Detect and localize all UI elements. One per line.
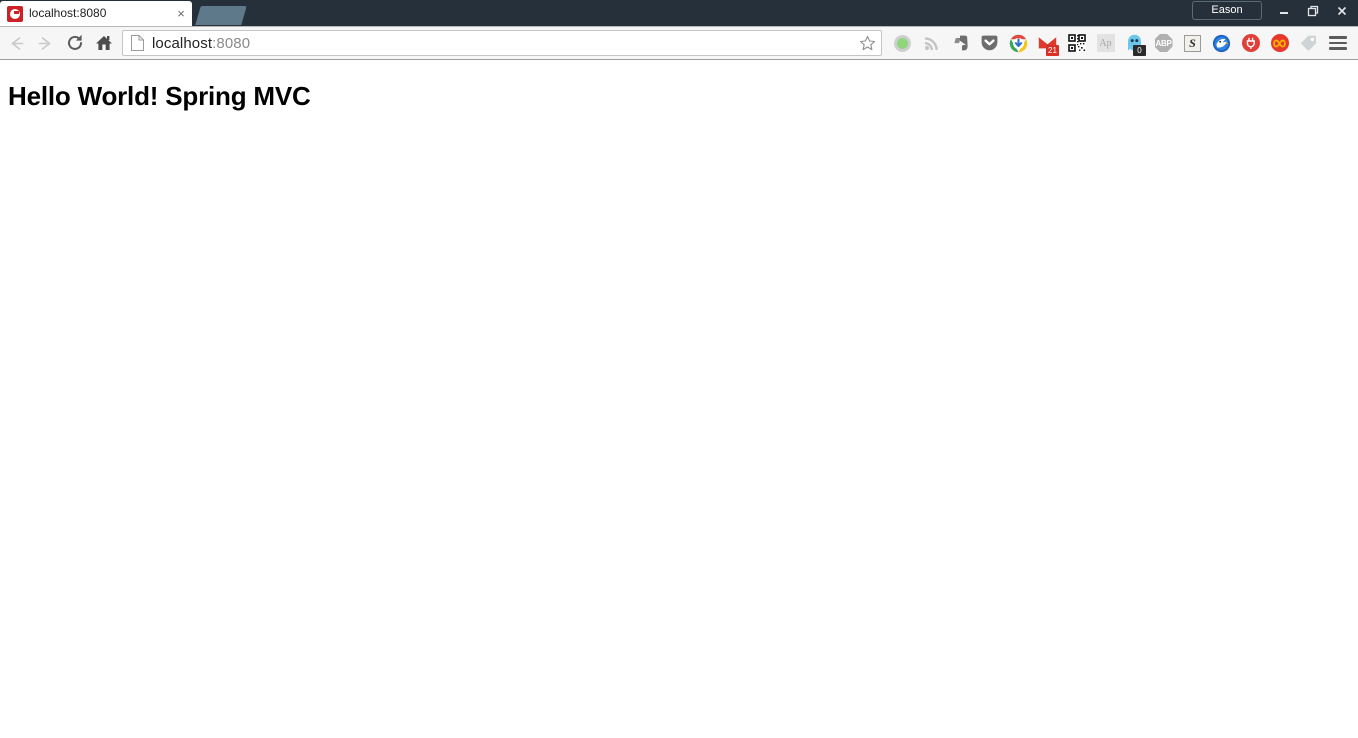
tab-strip: localhost:8080 × Eason [0,0,1358,26]
s-letter-icon[interactable]: S [1178,29,1207,57]
plugin-blocked-icon[interactable] [1236,29,1265,57]
price-tag-icon[interactable] [1294,29,1323,57]
reload-button[interactable] [60,29,89,57]
back-button[interactable] [2,29,31,57]
tab-title: localhost:8080 [29,6,107,20]
tab-localhost[interactable]: localhost:8080 × [0,1,192,26]
eagle-downloader-icon[interactable] [1207,29,1236,57]
ap-text-label: Ap [1096,34,1115,52]
chrome-menu-button[interactable] [1323,29,1352,57]
window-controls: Eason [1192,1,1356,20]
browser-window: localhost:8080 × Eason localhost:8080 21… [0,0,1358,738]
ap-text-icon[interactable]: Ap [1091,29,1120,57]
address-bar[interactable]: localhost:8080 [122,30,882,56]
gmail-unread-badge: 21 [1046,45,1059,56]
extension-icons: 21 Ap 0 ABP S [888,29,1352,57]
url-host: localhost [152,34,213,52]
hamburger-icon [1328,36,1347,50]
abp-label: ABP [1154,34,1173,52]
infinity-icon[interactable] [1265,29,1294,57]
gmail-icon[interactable]: 21 [1033,29,1062,57]
qr-code-icon[interactable] [1062,29,1091,57]
user-profile-button[interactable]: Eason [1192,1,1262,20]
navigation-toolbar: localhost:8080 21 Ap 0 ABP S [0,26,1358,60]
new-tab-button[interactable] [195,6,247,25]
evernote-icon[interactable] [946,29,975,57]
chrome-download-icon[interactable] [1004,29,1033,57]
home-button[interactable] [89,29,118,57]
minimize-button[interactable] [1270,1,1298,20]
adblock-plus-icon[interactable]: ABP [1149,29,1178,57]
status-green-dot-icon[interactable] [888,29,917,57]
s-letter-label: S [1184,34,1201,52]
pocket-icon[interactable] [975,29,1004,57]
document-icon [129,35,145,51]
rss-feed-icon[interactable] [917,29,946,57]
tomcat-favicon-icon [7,5,23,22]
ghostery-tracker-badge: 0 [1133,45,1146,56]
page-content: Hello World! Spring MVC [0,60,1358,738]
bookmark-star-icon[interactable] [855,31,879,55]
ghostery-icon[interactable]: 0 [1120,29,1149,57]
url-port: :8080 [212,34,251,52]
url-text[interactable]: localhost:8080 [152,35,855,52]
forward-button[interactable] [31,29,60,57]
maximize-restore-button[interactable] [1299,1,1327,20]
page-title: Hello World! Spring MVC [8,81,311,111]
close-window-button[interactable] [1328,1,1356,20]
tab-close-icon[interactable]: × [170,1,192,26]
